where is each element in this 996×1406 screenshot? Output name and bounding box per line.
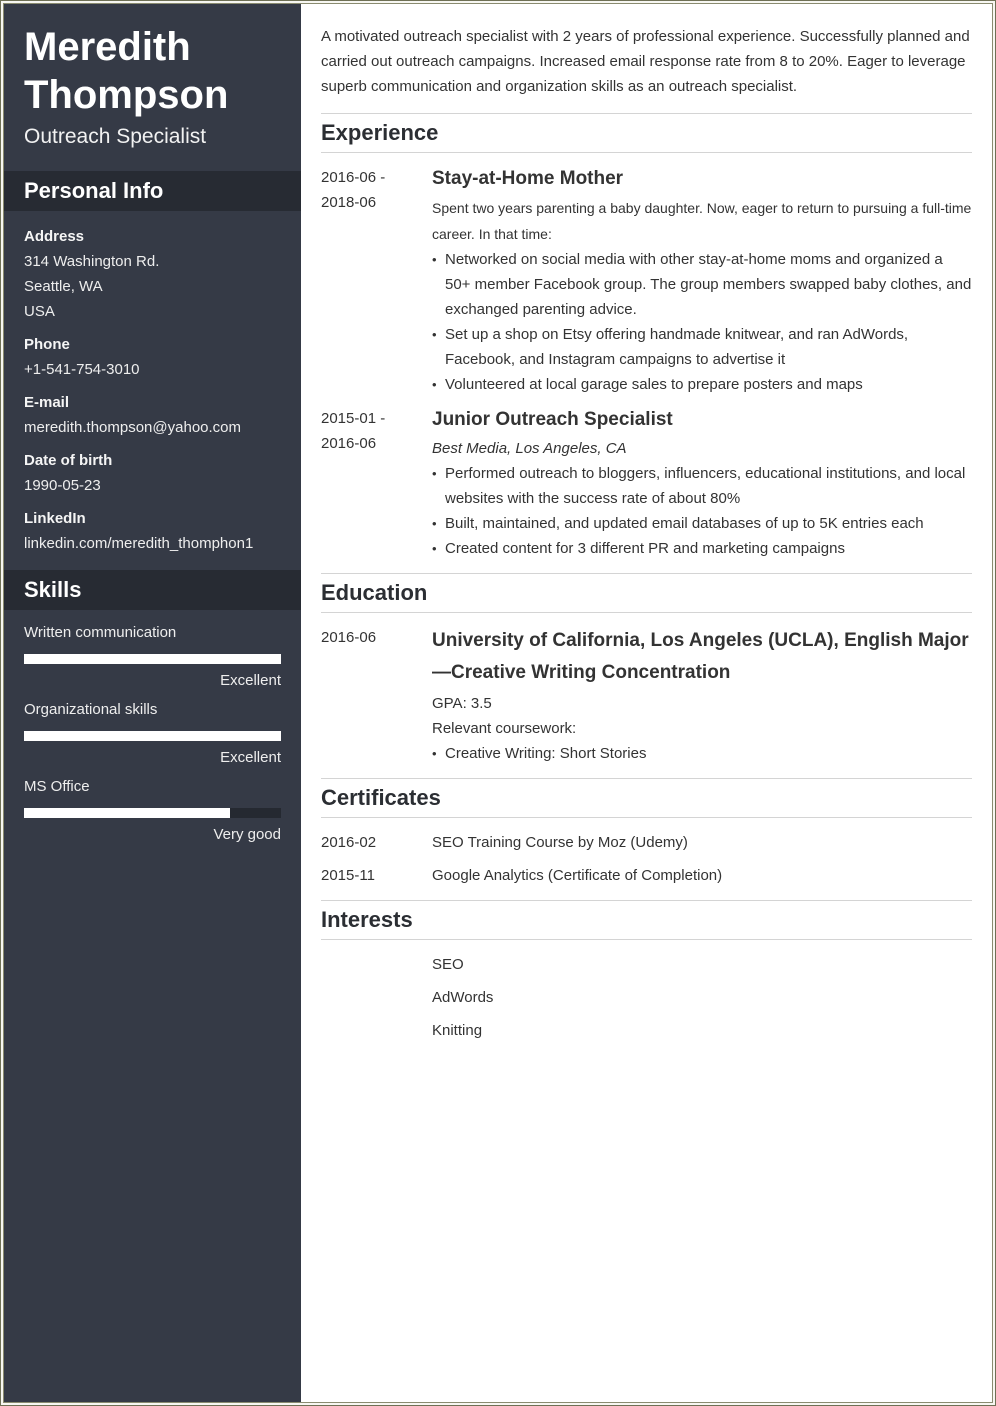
interest-item: Knitting [432, 1022, 483, 1039]
date-start: 2015-01 - [321, 410, 386, 427]
address-label: Address [24, 228, 85, 245]
entry-body: University of California, Los Angeles (U… [432, 625, 972, 766]
skill-item: MS Office Very good [24, 774, 281, 848]
phone-block: Phone +1-541-754-3010 [24, 332, 281, 382]
linkedin-block: LinkedIn linkedin.com/meredith_thomphon1 [24, 506, 281, 556]
skill-level: Very good [213, 826, 281, 843]
education-entry: 2016-06 University of California, Los An… [321, 625, 972, 766]
skill-item: Organizational skills Excellent [24, 697, 281, 771]
certificate-date: 2016-02 [321, 834, 377, 851]
linkedin-label: LinkedIn [24, 510, 86, 527]
personal-info-heading: Personal Info [4, 171, 301, 211]
main-content: A motivated outreach specialist with 2 y… [301, 4, 992, 1402]
interests-heading: Interests [321, 900, 972, 940]
skill-bar [24, 731, 281, 741]
certificates-section: Certificates 2016-02 SEO Training Course… [321, 778, 972, 888]
skill-name: Organizational skills [24, 701, 158, 718]
experience-entry: 2016-06 - 2018-06 Stay-at-Home Mother Sp… [321, 165, 972, 397]
entry-date: 2015-01 - 2016-06 [321, 406, 432, 561]
bullet-item: Performed outreach to bloggers, influenc… [432, 461, 972, 511]
certificate-row: 2015-11 Google Analytics (Certificate of… [321, 863, 972, 888]
personal-info: Address 314 Washington Rd. Seattle, WA U… [4, 211, 301, 570]
dob-block: Date of birth 1990-05-23 [24, 448, 281, 498]
skill-item: Written communication Excellent [24, 620, 281, 694]
bullet-list: Networked on social media with other sta… [432, 247, 972, 397]
bullet-item: Built, maintained, and updated email dat… [432, 511, 972, 536]
phone-label: Phone [24, 336, 70, 353]
interest-item: AdWords [432, 989, 494, 1006]
bullet-item: Volunteered at local garage sales to pre… [432, 372, 972, 397]
summary: A motivated outreach specialist with 2 y… [321, 28, 970, 95]
resume-page: Meredith Thompson Outreach Specialist Pe… [3, 3, 993, 1403]
entry-title: Stay-at-Home Mother [432, 168, 624, 189]
skills-list: Written communication Excellent Organiza… [4, 610, 301, 848]
experience-entry: 2015-01 - 2016-06 Junior Outreach Specia… [321, 406, 972, 561]
skill-level: Excellent [220, 672, 281, 689]
skill-name: MS Office [24, 778, 90, 795]
dob-label: Date of birth [24, 452, 113, 469]
first-name: Meredith [24, 25, 191, 69]
bullet-item: Set up a shop on Etsy offering handmade … [432, 322, 972, 372]
education-section: Education 2016-06 University of Californ… [321, 573, 972, 766]
dob-value: 1990-05-23 [24, 477, 101, 494]
education-heading: Education [321, 573, 972, 613]
skill-bar-fill [24, 731, 281, 741]
entry-title: Junior Outreach Specialist [432, 409, 673, 430]
date-start: 2016-06 - [321, 169, 386, 186]
bullet-item: Created content for 3 different PR and m… [432, 536, 972, 561]
coursework-label: Relevant coursework: [432, 720, 577, 737]
email-label: E-mail [24, 394, 70, 411]
certificate-date: 2015-11 [321, 867, 375, 884]
gpa: GPA: 3.5 [432, 695, 492, 712]
address-line: Seattle, WA [24, 278, 103, 295]
sidebar: Meredith Thompson Outreach Specialist Pe… [4, 4, 301, 1402]
entry-date: 2016-06 [321, 629, 377, 646]
address-block: Address 314 Washington Rd. Seattle, WA U… [24, 224, 281, 324]
interest-item: SEO [432, 956, 464, 973]
entry-company: Best Media, Los Angeles, CA [432, 440, 627, 457]
linkedin-value[interactable]: linkedin.com/meredith_thomphon1 [24, 531, 281, 556]
bullet-item: Networked on social media with other sta… [432, 247, 972, 322]
phone-value: +1-541-754-3010 [24, 361, 140, 378]
interests-section: Interests SEO AdWords Knitting [321, 900, 972, 1043]
email-block: E-mail meredith.thompson@yahoo.com [24, 390, 281, 440]
experience-heading: Experience [321, 113, 972, 153]
entry-body: Junior Outreach Specialist Best Media, L… [432, 406, 972, 561]
job-title: Outreach Specialist [24, 125, 207, 148]
email-value[interactable]: meredith.thompson@yahoo.com [24, 415, 281, 440]
certificate-name: SEO Training Course by Moz (Udemy) [432, 834, 688, 851]
skill-bar [24, 654, 281, 664]
address-line: 314 Washington Rd. [24, 253, 160, 270]
address-line: USA [24, 303, 55, 320]
last-name: Thompson [24, 73, 229, 117]
date-end: 2016-06 [321, 435, 377, 452]
candidate-name: Meredith Thompson [24, 4, 281, 119]
entry-body: Stay-at-Home Mother Spent two years pare… [432, 165, 972, 397]
certificates-heading: Certificates [321, 778, 972, 818]
page-frame: Meredith Thompson Outreach Specialist Pe… [0, 0, 996, 1406]
skill-bar [24, 808, 281, 818]
skills-heading: Skills [4, 570, 301, 610]
skill-bar-fill [24, 654, 281, 664]
bullet-item: Creative Writing: Short Stories [432, 741, 972, 766]
skill-bar-fill [24, 808, 230, 818]
entry-description: Spent two years parenting a baby daughte… [432, 200, 972, 242]
experience-section: Experience 2016-06 - 2018-06 Stay-at-Hom… [321, 113, 972, 561]
entry-title: University of California, Los Angeles (U… [432, 630, 969, 683]
skill-level: Excellent [220, 749, 281, 766]
skill-name: Written communication [24, 624, 177, 641]
bullet-list: Performed outreach to bloggers, influenc… [432, 461, 972, 561]
bullet-list: Creative Writing: Short Stories [432, 741, 972, 766]
entry-date: 2016-06 - 2018-06 [321, 165, 432, 397]
certificate-name: Google Analytics (Certificate of Complet… [432, 867, 723, 884]
date-end: 2018-06 [321, 194, 377, 211]
certificate-row: 2016-02 SEO Training Course by Moz (Udem… [321, 830, 972, 855]
